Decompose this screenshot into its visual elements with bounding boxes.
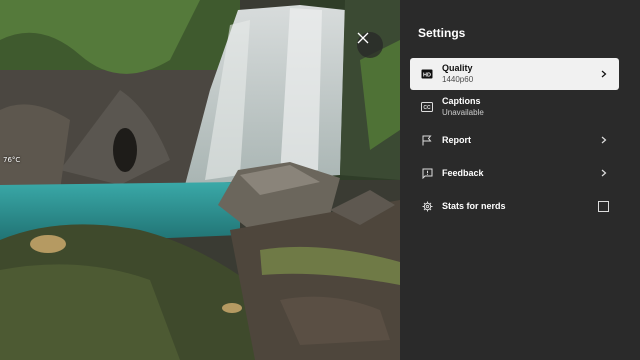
stats-label: Stats for nerds (442, 200, 506, 211)
captions-label: Captions (442, 96, 481, 106)
feedback-label: Feedback (442, 167, 484, 178)
settings-item-quality[interactable]: HD Quality 1440p60 (410, 58, 619, 90)
temperature-overlay: 76°C (3, 156, 21, 164)
closed-captions-icon: CC (420, 100, 434, 114)
feedback-icon (420, 166, 434, 180)
flag-icon (420, 133, 434, 147)
settings-panel: Settings HD Quality 1440p60 CC Captions … (400, 0, 640, 360)
quality-label: Quality (442, 63, 473, 73)
svg-text:CC: CC (423, 105, 431, 111)
captions-value: Unavailable (442, 108, 484, 117)
svg-text:HD: HD (423, 72, 431, 78)
settings-title: Settings (418, 26, 466, 40)
close-button[interactable] (357, 32, 383, 58)
settings-item-stats-for-nerds[interactable]: Stats for nerds (410, 190, 619, 222)
chevron-right-icon (599, 168, 609, 178)
settings-item-report[interactable]: Report (410, 124, 619, 156)
hd-icon: HD (420, 67, 434, 81)
settings-item-feedback[interactable]: Feedback (410, 157, 619, 189)
chevron-right-icon (599, 135, 609, 145)
stats-checkbox[interactable] (598, 200, 609, 212)
close-icon (357, 32, 369, 44)
gear-icon (420, 199, 434, 213)
tv-player: 76°C Settings HD Quality 1440p60 CC Capt… (0, 0, 640, 360)
video-frame[interactable]: 76°C (0, 0, 400, 360)
chevron-right-icon (599, 69, 609, 79)
report-label: Report (442, 134, 471, 145)
settings-item-captions[interactable]: CC Captions Unavailable (410, 91, 619, 123)
quality-value: 1440p60 (442, 75, 474, 84)
waterfall-scene (0, 0, 400, 360)
